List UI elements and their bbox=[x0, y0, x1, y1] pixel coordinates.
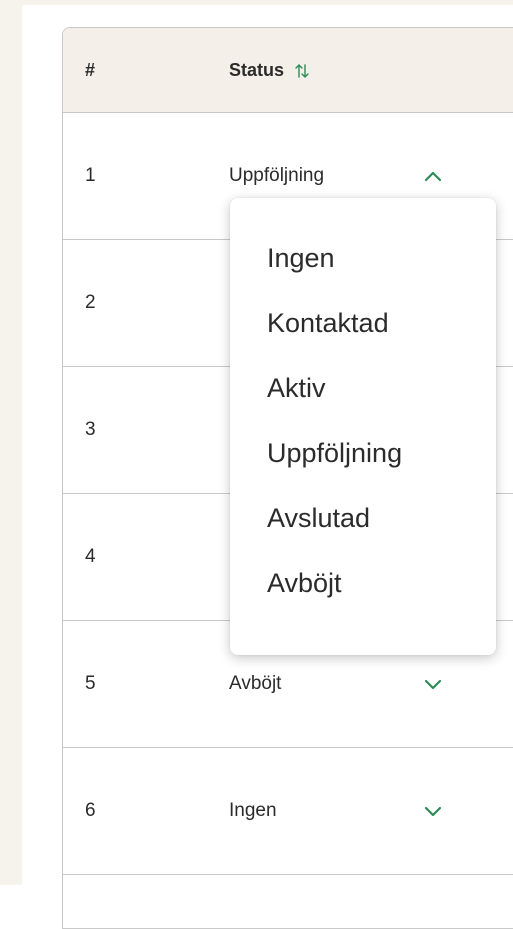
row-status-select[interactable]: Uppföljning bbox=[229, 165, 324, 187]
row-index: 1 bbox=[85, 165, 96, 186]
dropdown-option-avslutad[interactable]: Avslutad bbox=[230, 500, 496, 565]
row-index: 2 bbox=[85, 292, 96, 313]
column-header-status[interactable]: Status bbox=[229, 60, 310, 81]
table-header: # Status bbox=[63, 28, 513, 113]
row-index: 5 bbox=[85, 673, 96, 694]
row-index: 3 bbox=[85, 419, 96, 440]
column-header-status-label: Status bbox=[229, 60, 285, 80]
column-header-index: # bbox=[85, 60, 96, 80]
dropdown-option-kontaktad[interactable]: Kontaktad bbox=[230, 305, 496, 370]
row-index: 4 bbox=[85, 546, 96, 567]
dropdown-option-aktiv[interactable]: Aktiv bbox=[230, 370, 496, 435]
chevron-down-icon[interactable] bbox=[424, 805, 442, 817]
chevron-up-icon[interactable] bbox=[424, 170, 442, 182]
dropdown-option-ingen[interactable]: Ingen bbox=[230, 240, 496, 305]
page-background-left bbox=[0, 0, 22, 885]
chevron-down-icon[interactable] bbox=[424, 678, 442, 690]
row-status-select[interactable]: Avböjt bbox=[229, 673, 281, 695]
table-row: 6 Ingen bbox=[63, 748, 513, 875]
page-background-top bbox=[0, 0, 513, 5]
sort-arrows-icon[interactable] bbox=[294, 62, 310, 80]
dropdown-option-avbojt[interactable]: Avböjt bbox=[230, 565, 496, 630]
row-status-select[interactable]: Ingen bbox=[229, 800, 277, 822]
row-index: 6 bbox=[85, 800, 96, 821]
dropdown-option-uppfoljning[interactable]: Uppföljning bbox=[230, 435, 496, 500]
status-dropdown-menu: Ingen Kontaktad Aktiv Uppföljning Avslut… bbox=[230, 198, 496, 655]
